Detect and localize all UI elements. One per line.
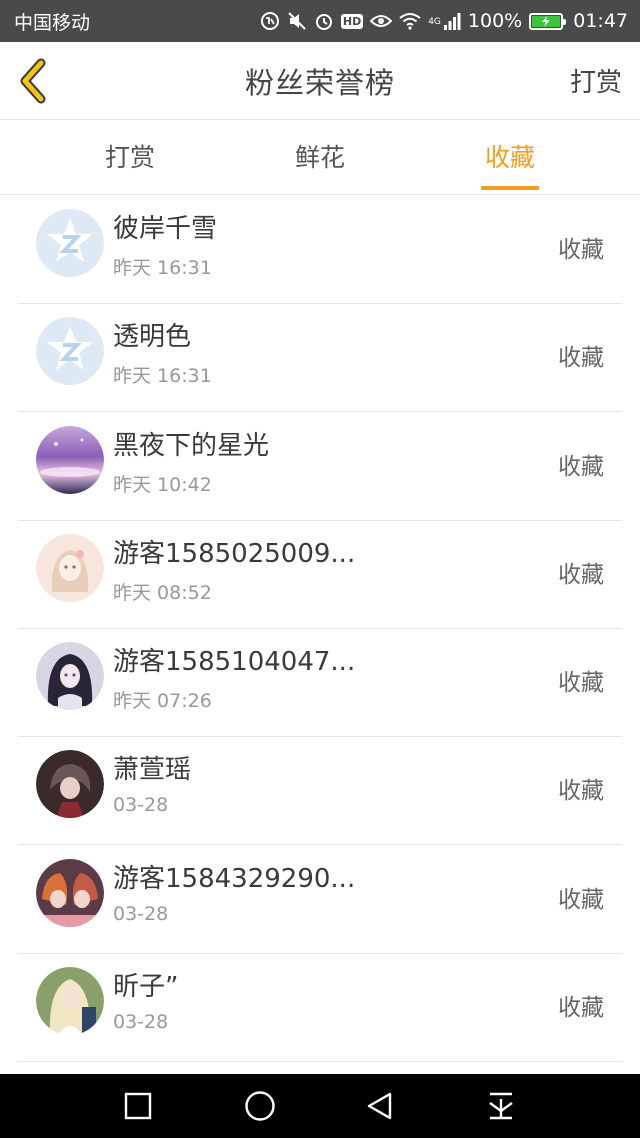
signal-icon [443,12,461,30]
tab-label: 收藏 [484,143,535,172]
fan-action: 收藏 [558,237,604,263]
fan-list[interactable]: 彼岸千雪 昨天 16:31 收藏 透明色 昨天 16:31 收藏 黑夜下的星光 … [0,196,640,1074]
hd-icon: HD [340,13,364,29]
recents-button[interactable] [118,1086,158,1126]
fan-name: 黑夜下的星光 [113,431,270,461]
list-item[interactable]: 游客1585025009... 昨天 08:52 收藏 [0,521,640,629]
back-nav-button[interactable] [360,1086,400,1126]
page-title: 粉丝荣誉榜 [244,65,395,100]
fan-time: 昨天 10:42 [113,474,212,496]
tab-favorites[interactable]: 收藏 [430,121,590,195]
fan-time: 昨天 08:52 [113,582,212,604]
fan-name: 游客1584329290... [113,864,356,894]
list-item[interactable]: 游客1584329290... 03-28 收藏 [0,846,640,954]
system-nav-bar [0,1074,640,1138]
status-icons: HD 4G 100% 01:47 [260,10,628,32]
fan-action: 收藏 [558,454,604,480]
notification-pull-button[interactable] [481,1086,521,1126]
fan-name: 透明色 [113,322,192,352]
back-triangle-icon [367,1092,392,1120]
carrier-name: 中国移动 [14,11,91,34]
battery-charging-icon [529,12,567,30]
battery-percent: 100% [467,10,523,32]
user-avatar[interactable] [36,859,104,927]
clock: 01:47 [573,10,628,32]
divider [18,411,622,412]
fan-action: 收藏 [558,345,604,371]
user-avatar[interactable] [36,750,104,818]
tab-reward[interactable]: 打赏 [50,121,210,195]
notification-pull-icon [489,1092,513,1120]
fan-name: 昕子” [113,972,179,1002]
fan-action: 收藏 [558,887,604,913]
tab-flowers[interactable]: 鲜花 [240,121,400,195]
user-avatar[interactable] [36,642,104,710]
divider [18,844,622,845]
network-type: 4G [428,17,441,27]
home-button[interactable] [240,1086,280,1126]
fan-time: 昨天 16:31 [113,257,212,279]
fan-time: 03-28 [113,903,169,925]
default-avatar-icon[interactable] [36,317,104,385]
eye-icon [370,13,393,29]
fan-action: 收藏 [558,562,604,588]
hd-voice-icon [260,11,280,31]
list-item[interactable]: 游客1585104047... 昨天 07:26 收藏 [0,629,640,737]
alarm-icon [314,11,334,31]
list-item[interactable]: 彼岸千雪 昨天 16:31 收藏 [0,196,640,304]
list-item[interactable]: 黑夜下的星光 昨天 10:42 收藏 [0,413,640,521]
back-button[interactable] [14,58,54,104]
tab-label: 鲜花 [294,143,345,172]
fan-time: 昨天 07:26 [113,690,212,712]
app-header: 粉丝荣誉榜 打赏 [0,42,640,120]
recents-square-icon [124,1092,152,1120]
fan-name: 游客1585104047... [113,647,356,677]
user-avatar[interactable] [36,426,104,494]
fan-time: 03-28 [113,1011,169,1033]
list-item[interactable]: 萧萱瑶 03-28 收藏 [0,737,640,845]
list-item[interactable]: 透明色 昨天 16:31 收藏 [0,304,640,412]
divider [18,1061,622,1062]
fan-name: 彼岸千雪 [113,214,218,244]
status-bar: 中国移动 HD 4G 100% 01:47 [0,0,640,42]
user-avatar[interactable] [36,534,104,602]
user-avatar[interactable] [36,967,104,1035]
tab-bar: 打赏 鲜花 收藏 [0,121,640,195]
fan-name: 游客1585025009... [113,539,356,569]
active-tab-indicator [481,186,539,190]
reward-button[interactable]: 打赏 [570,62,622,99]
fan-action: 收藏 [558,670,604,696]
mute-icon [287,11,307,31]
default-avatar-icon[interactable] [36,209,104,277]
fan-action: 收藏 [558,778,604,804]
wifi-icon [399,12,421,30]
tab-label: 打赏 [104,143,155,172]
fan-time: 昨天 16:31 [113,365,212,387]
home-circle-icon [245,1091,275,1121]
fan-time: 03-28 [113,794,169,816]
list-item[interactable]: 昕子” 03-28 收藏 [0,954,640,1062]
fan-name: 萧萱瑶 [113,755,192,785]
fan-action: 收藏 [558,995,604,1021]
chevron-left-icon [20,58,46,104]
